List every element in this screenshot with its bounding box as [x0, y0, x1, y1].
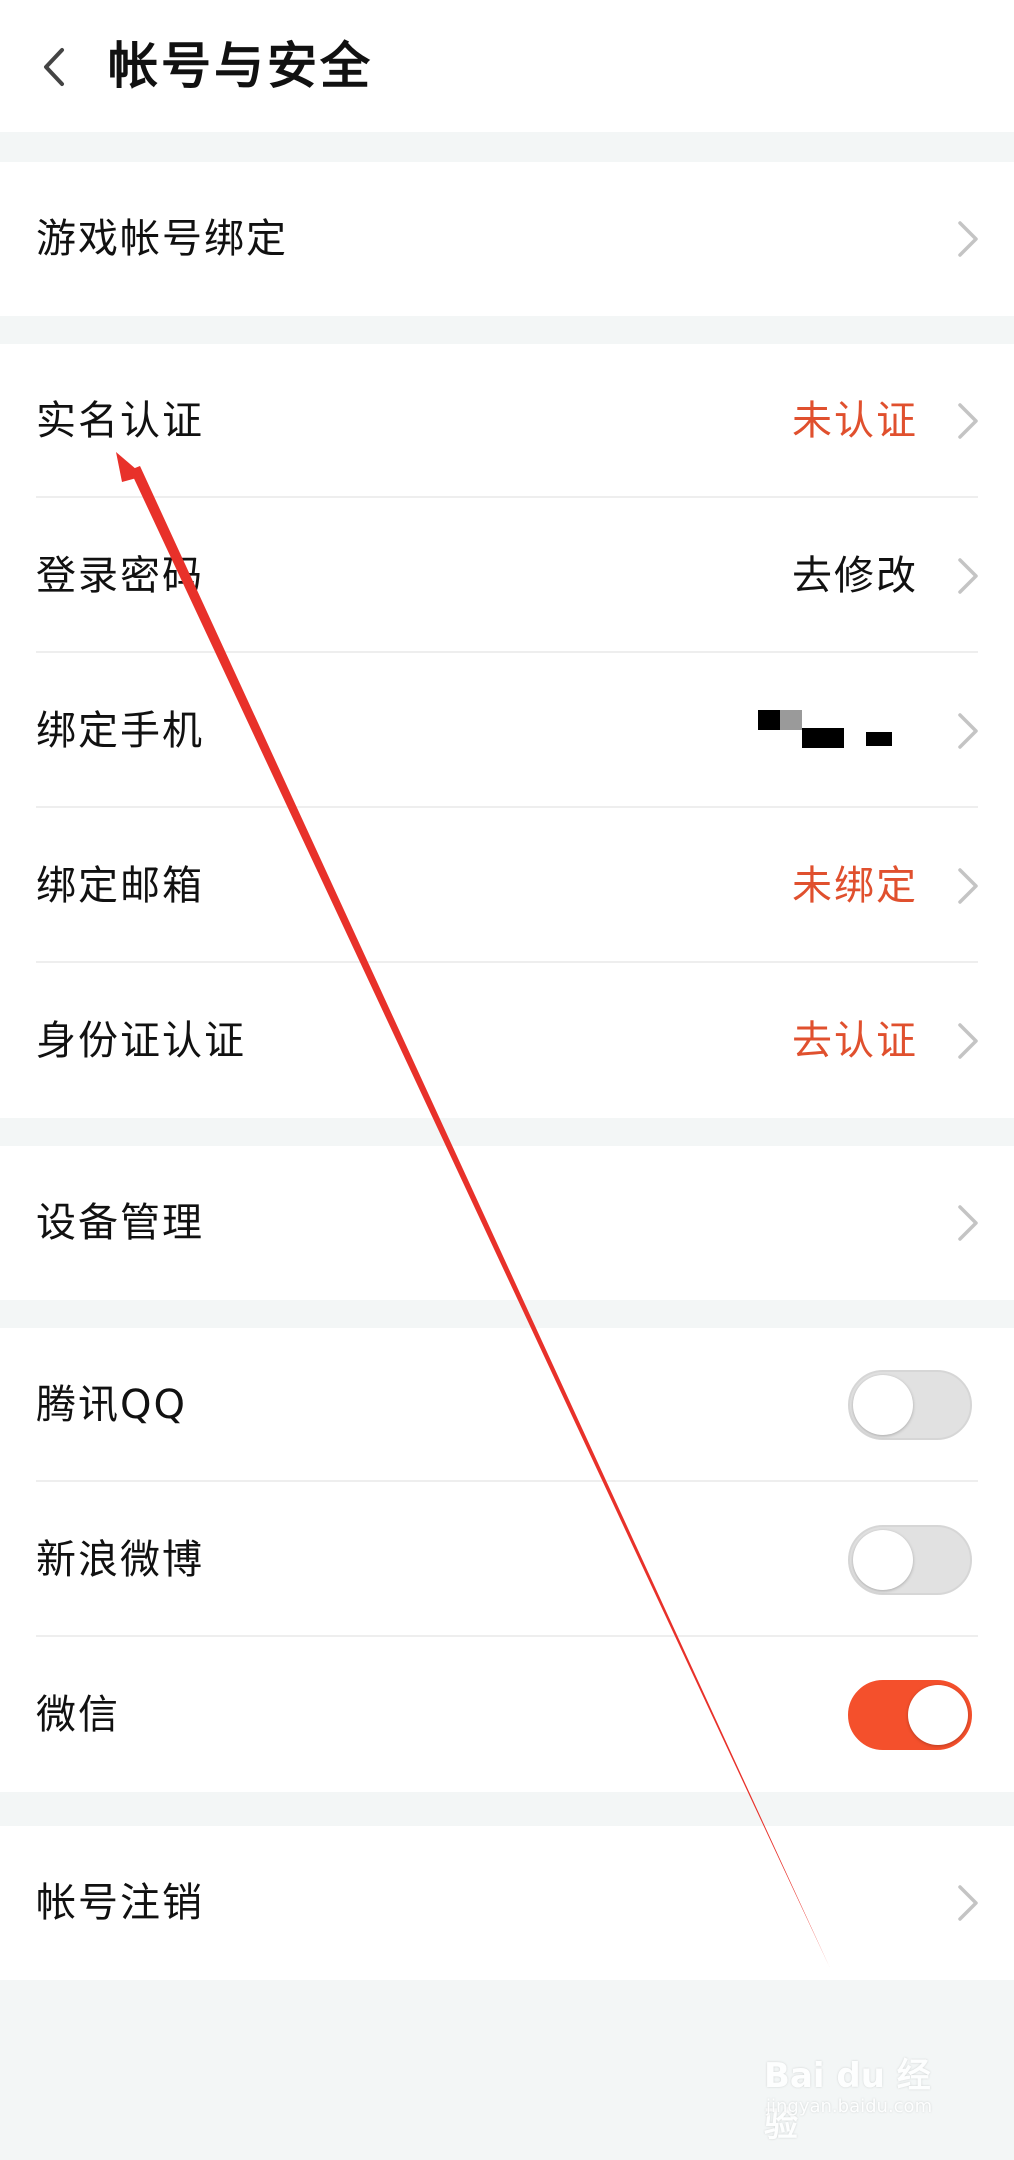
app-header: 帐号与安全 [0, 0, 1014, 132]
page-title: 帐号与安全 [108, 37, 373, 95]
row-label: 微信 [36, 1692, 120, 1738]
divider [36, 961, 978, 963]
status-value: 未认证 [792, 398, 918, 444]
back-button[interactable] [38, 44, 72, 90]
chevron-left-icon [44, 48, 64, 86]
row-label: 绑定手机 [36, 708, 204, 754]
divider [36, 806, 978, 808]
row-label: 实名认证 [36, 398, 204, 444]
masked-phone-number [758, 706, 918, 756]
group-device: 设备管理 [0, 1146, 1014, 1300]
row-label: 绑定邮箱 [36, 863, 204, 909]
baidu-jingyan-watermark: Bai du 经验 jingyan.baidu.com [764, 2040, 954, 2145]
row-bind-phone[interactable]: 绑定手机 [0, 654, 1014, 808]
row-label: 身份证认证 [36, 1018, 246, 1064]
toggle-knob [908, 1685, 968, 1745]
chevron-right-icon [958, 1885, 978, 1921]
row-tencent-qq: 腾讯QQ [0, 1328, 1014, 1482]
chevron-right-icon [958, 558, 978, 594]
row-id-card-verification[interactable]: 身份证认证 去认证 [0, 964, 1014, 1118]
group-game: 游戏帐号绑定 [0, 162, 1014, 316]
row-label: 登录密码 [36, 553, 204, 599]
chevron-right-icon [958, 713, 978, 749]
row-wechat: 微信 [0, 1638, 1014, 1792]
chevron-right-icon [958, 221, 978, 257]
group-social: 腾讯QQ 新浪微博 微信 [0, 1328, 1014, 1792]
divider [36, 1480, 978, 1482]
status-value: 未绑定 [792, 863, 918, 909]
weibo-toggle[interactable] [848, 1525, 972, 1595]
row-account-deletion[interactable]: 帐号注销 [0, 1826, 1014, 1980]
group-account: 帐号注销 [0, 1826, 1014, 1980]
wechat-toggle[interactable] [848, 1680, 972, 1750]
toggle-knob [853, 1530, 913, 1590]
row-real-name-verification[interactable]: 实名认证 未认证 [0, 344, 1014, 498]
divider [36, 1635, 978, 1637]
status-value: 去修改 [792, 553, 918, 599]
row-label: 帐号注销 [36, 1880, 204, 1926]
qq-toggle[interactable] [848, 1370, 972, 1440]
divider [36, 651, 978, 653]
chevron-right-icon [958, 1205, 978, 1241]
toggle-knob [853, 1375, 913, 1435]
row-device-management[interactable]: 设备管理 [0, 1146, 1014, 1300]
row-label: 设备管理 [36, 1200, 204, 1246]
chevron-right-icon [958, 868, 978, 904]
row-game-account-binding[interactable]: 游戏帐号绑定 [0, 162, 1014, 316]
row-label: 游戏帐号绑定 [36, 216, 288, 262]
divider [36, 496, 978, 498]
watermark-site: jingyan.baidu.com [766, 2096, 933, 2117]
row-label: 腾讯QQ [36, 1382, 187, 1428]
status-value: 去认证 [792, 1018, 918, 1064]
row-label: 新浪微博 [36, 1537, 204, 1583]
row-bind-email[interactable]: 绑定邮箱 未绑定 [0, 809, 1014, 963]
chevron-right-icon [958, 1023, 978, 1059]
row-sina-weibo: 新浪微博 [0, 1483, 1014, 1637]
group-security: 实名认证 未认证 登录密码 去修改 绑定手机 绑定邮箱 未绑定 身份证认证 去认… [0, 344, 1014, 1118]
chevron-right-icon [958, 403, 978, 439]
row-login-password[interactable]: 登录密码 去修改 [0, 499, 1014, 653]
